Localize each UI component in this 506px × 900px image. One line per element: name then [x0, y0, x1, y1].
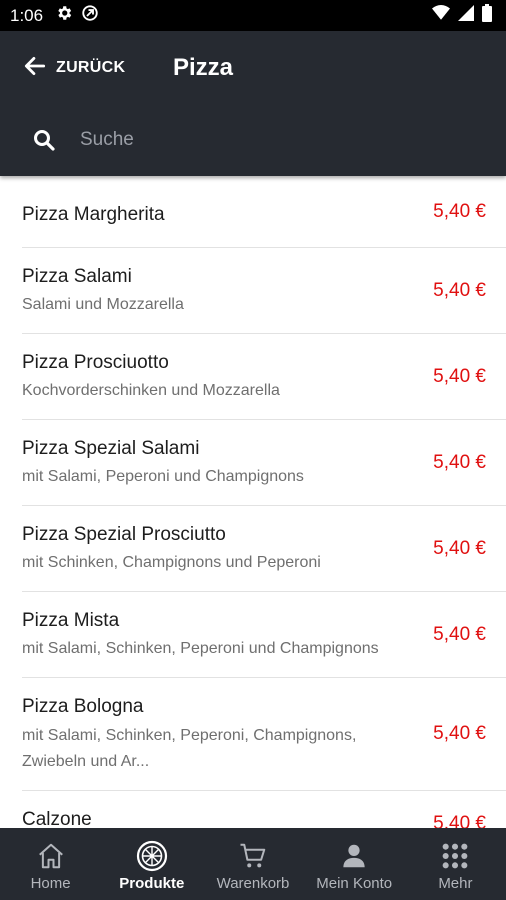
product-description: mit Salami, Schinken, Peperoni und Champ…	[22, 640, 379, 657]
status-bar: 1:06	[0, 0, 506, 31]
search-icon	[32, 128, 56, 157]
product-item-margherita[interactable]: Pizza Margherita 5,40 €	[22, 176, 506, 248]
nav-label: Mein Konto	[316, 875, 393, 892]
bottom-nav: Home Produkte Warenkorb Mein Konto Mehr	[0, 828, 506, 900]
arrow-left-icon	[22, 53, 48, 84]
page-title: Pizza	[173, 54, 234, 81]
grid-menu-icon	[441, 840, 469, 872]
product-price: 5,40 €	[433, 813, 486, 828]
nav-mehr[interactable]: Mehr	[405, 828, 506, 900]
nav-label: Home	[30, 875, 71, 892]
nav-home[interactable]: Home	[0, 828, 101, 900]
product-name: Pizza Bologna	[22, 696, 144, 717]
product-name: Pizza Spezial Salami	[22, 438, 200, 459]
search-bar	[0, 115, 506, 165]
nav-produkte[interactable]: Produkte	[101, 828, 202, 900]
product-price: 5,40 €	[433, 365, 486, 387]
nav-warenkorb[interactable]: Warenkorb	[202, 828, 303, 900]
product-name: Pizza Salami	[22, 266, 132, 287]
product-name: Pizza Margherita	[22, 204, 165, 225]
status-right-icons	[432, 4, 492, 27]
status-left-icons	[55, 4, 99, 27]
product-price: 5,40 €	[433, 451, 486, 473]
at-circle-icon	[81, 4, 99, 27]
product-description: Kochvorderschinken und Mozzarella	[22, 382, 280, 399]
product-item-calzone[interactable]: Calzone 5,40 €	[22, 791, 506, 828]
product-price: 5,40 €	[433, 623, 486, 645]
back-button[interactable]: ZURÜCK	[22, 53, 125, 83]
nav-label: Mehr	[438, 875, 473, 892]
product-item-mista[interactable]: Pizza Mista mit Salami, Schinken, Pepero…	[22, 592, 506, 678]
product-name: Pizza Prosciuotto	[22, 352, 169, 373]
status-time: 1:06	[10, 5, 44, 25]
battery-icon	[482, 4, 492, 27]
product-item-bologna[interactable]: Pizza Bologna mit Salami, Schinken, Pepe…	[22, 678, 506, 791]
product-description: Salami und Mozzarella	[22, 296, 184, 313]
wifi-icon	[432, 5, 450, 26]
search-input[interactable]	[68, 123, 478, 157]
product-price: 5,40 €	[433, 537, 486, 559]
nav-label: Warenkorb	[216, 875, 290, 892]
product-price: 5,40 €	[433, 200, 486, 222]
account-icon	[339, 840, 369, 872]
product-item-spezial-prosciutto[interactable]: Pizza Spezial Prosciutto mit Schinken, C…	[22, 506, 506, 592]
app-header: ZURÜCK Pizza	[0, 31, 506, 176]
product-item-spezial-salami[interactable]: Pizza Spezial Salami mit Salami, Peperon…	[22, 420, 506, 506]
signal-icon	[458, 5, 474, 26]
cart-icon	[238, 840, 268, 872]
product-description: mit Schinken, Champignons und Peperoni	[22, 554, 321, 571]
nav-mein-konto[interactable]: Mein Konto	[304, 828, 405, 900]
product-name: Pizza Mista	[22, 610, 120, 631]
product-item-prosciuotto[interactable]: Pizza Prosciuotto Kochvorderschinken und…	[22, 334, 506, 420]
back-label: ZURÜCK	[56, 59, 126, 76]
product-list: Pizza Margherita 5,40 € Pizza Salami Sal…	[0, 176, 506, 828]
product-description: mit Salami, Peperoni und Champignons	[22, 468, 304, 485]
home-icon	[36, 840, 66, 872]
product-item-salami[interactable]: Pizza Salami Salami und Mozzarella 5,40 …	[22, 248, 506, 334]
product-description: mit Salami, Schinken, Peperoni, Champign…	[22, 727, 357, 770]
product-price: 5,40 €	[433, 279, 486, 301]
product-name: Pizza Spezial Prosciutto	[22, 524, 226, 545]
gear-icon	[55, 4, 73, 27]
nav-label: Produkte	[119, 875, 185, 892]
product-price: 5,40 €	[433, 723, 486, 744]
pizza-icon	[136, 840, 168, 872]
product-name: Calzone	[22, 809, 92, 828]
